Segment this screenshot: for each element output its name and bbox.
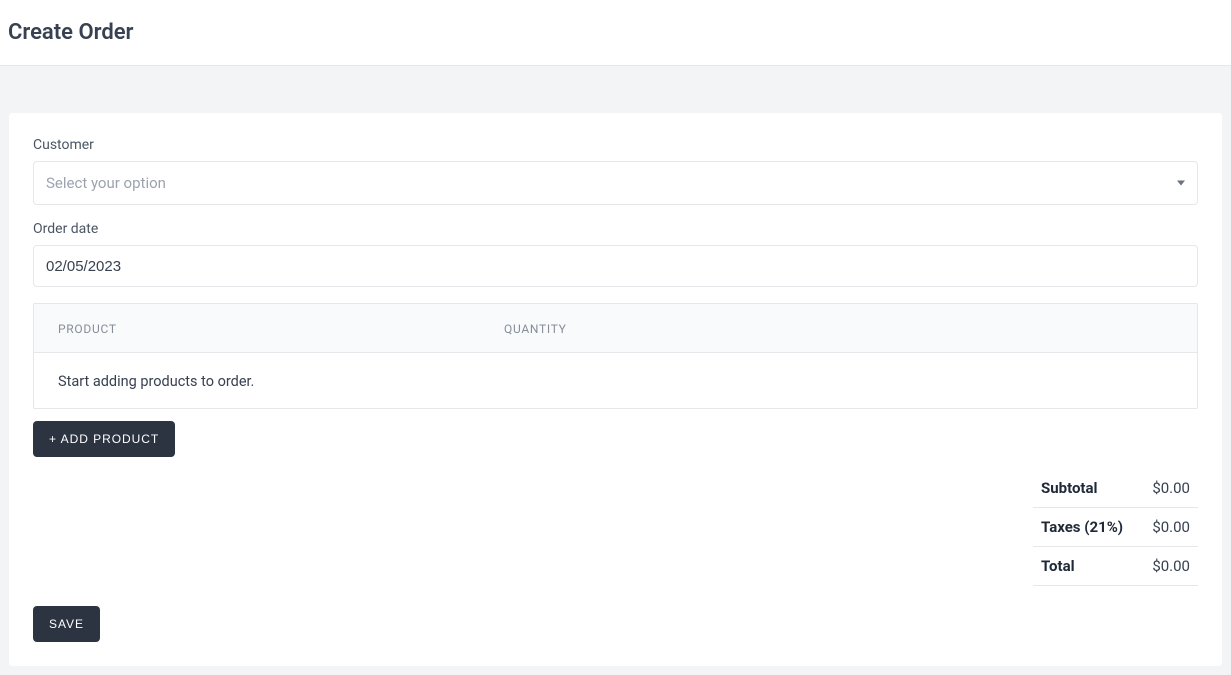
customer-field: Customer Select your option (33, 137, 1198, 205)
subtotal-value: $0.00 (1140, 469, 1198, 508)
total-value: $0.00 (1140, 547, 1198, 586)
customer-select[interactable]: Select your option (33, 161, 1198, 205)
totals-table: Subtotal $0.00 Taxes (21%) $0.00 Total $… (1033, 469, 1198, 586)
customer-label: Customer (33, 137, 1198, 153)
page-header: Create Order (0, 0, 1231, 66)
order-date-input[interactable] (33, 245, 1198, 287)
column-header-product: PRODUCT (58, 322, 504, 336)
order-date-field: Order date (33, 221, 1198, 287)
subtotal-row: Subtotal $0.00 (1033, 469, 1198, 508)
taxes-row: Taxes (21%) $0.00 (1033, 508, 1198, 547)
save-button[interactable]: SAVE (33, 606, 100, 642)
products-table-header: PRODUCT QUANTITY (34, 304, 1197, 353)
taxes-value: $0.00 (1140, 508, 1198, 547)
page-content: Customer Select your option Order date P… (0, 66, 1231, 675)
taxes-label: Taxes (21%) (1033, 508, 1140, 547)
products-table-empty: Start adding products to order. (34, 353, 1197, 408)
page-title: Create Order (8, 20, 1223, 45)
order-totals: Subtotal $0.00 Taxes (21%) $0.00 Total $… (33, 469, 1198, 586)
products-table: PRODUCT QUANTITY Start adding products t… (33, 303, 1198, 409)
column-header-quantity: QUANTITY (504, 322, 1173, 336)
add-product-button[interactable]: + ADD PRODUCT (33, 421, 175, 457)
order-form-card: Customer Select your option Order date P… (8, 112, 1223, 667)
order-date-label: Order date (33, 221, 1198, 237)
customer-select-placeholder: Select your option (46, 174, 166, 192)
chevron-down-icon (1177, 181, 1185, 186)
total-label: Total (1033, 547, 1140, 586)
total-row: Total $0.00 (1033, 547, 1198, 586)
subtotal-label: Subtotal (1033, 469, 1140, 508)
